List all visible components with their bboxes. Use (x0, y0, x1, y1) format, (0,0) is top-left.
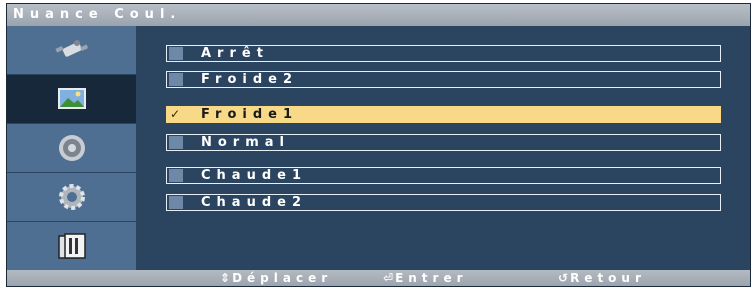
option-arret[interactable]: Arrêt (166, 45, 721, 62)
option-label: Chaude1 (201, 168, 307, 183)
option-label: Normal (201, 135, 290, 150)
option-marker (169, 196, 183, 209)
sidebar-item-input[interactable] (7, 26, 136, 75)
multi-window-icon (57, 232, 86, 259)
gear-icon (58, 184, 85, 210)
sidebar-item-setup[interactable] (7, 173, 136, 222)
footer-hints: ⇕ Déplacer ⏎ Entrer ↺ Retour (7, 270, 750, 286)
picture-icon (57, 88, 86, 109)
sidebar-item-sound[interactable] (7, 124, 136, 173)
option-marker (169, 169, 183, 182)
sidebar (7, 26, 136, 272)
check-icon: ✓ (170, 107, 181, 121)
osd-menu: Nuance Coul. Arrêt Froide2 ✓ Froide1 Nor… (6, 3, 751, 287)
hint-move-label: Déplacer (232, 271, 333, 285)
menu-title: Nuance Coul. (7, 4, 750, 26)
return-icon: ↺ (558, 271, 569, 285)
option-label: Chaude2 (201, 195, 307, 210)
hint-enter: ⏎ Entrer (383, 270, 468, 286)
option-label: Froide2 (201, 72, 299, 87)
option-marker (169, 136, 183, 149)
option-chaude1[interactable]: Chaude1 (166, 167, 721, 184)
option-chaude2[interactable]: Chaude2 (166, 194, 721, 211)
hint-move: ⇕ Déplacer (220, 270, 332, 286)
option-label: Froide1 (201, 107, 299, 122)
sidebar-item-multi-window[interactable] (7, 222, 136, 271)
option-marker (169, 73, 183, 86)
satellite-icon (54, 40, 88, 57)
option-label: Arrêt (201, 46, 269, 61)
option-froide1[interactable]: ✓ Froide1 (166, 106, 721, 123)
option-froide2[interactable]: Froide2 (166, 71, 721, 88)
enter-icon: ⏎ (383, 271, 394, 285)
hint-return: ↺ Retour (558, 270, 646, 286)
sidebar-item-picture[interactable] (7, 75, 136, 124)
options-panel: Arrêt Froide2 ✓ Froide1 Normal Chaude1 C… (136, 26, 750, 272)
hint-enter-label: Entrer (395, 271, 468, 285)
speaker-icon (58, 135, 85, 161)
option-marker (169, 47, 183, 60)
move-icon: ⇕ (220, 271, 231, 285)
hint-return-label: Retour (570, 271, 646, 285)
option-normal[interactable]: Normal (166, 134, 721, 151)
